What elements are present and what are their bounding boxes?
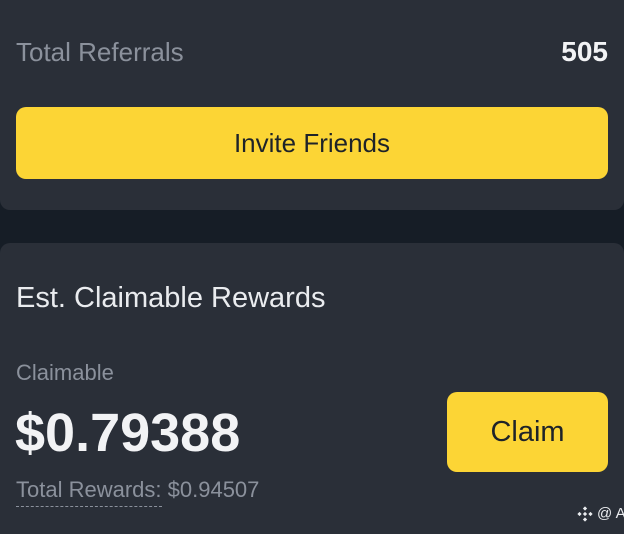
watermark: @ A xyxy=(577,505,624,522)
total-rewards-row: Total Rewards: $0.94507 xyxy=(16,477,260,507)
rewards-section-title: Est. Claimable Rewards xyxy=(16,282,326,314)
claimable-label: Claimable xyxy=(16,360,114,385)
watermark-text: @ A xyxy=(597,505,624,522)
total-rewards-label[interactable]: Total Rewards: xyxy=(16,477,162,507)
total-referrals-label: Total Referrals xyxy=(16,36,184,67)
total-rewards-value: $0.94507 xyxy=(167,477,260,502)
total-referrals-row: Total Referrals 505 xyxy=(16,32,608,72)
invite-friends-button[interactable]: Invite Friends xyxy=(16,107,608,179)
referral-rewards-page: Total Referrals 505 Invite Friends Est. … xyxy=(0,0,624,534)
claim-button[interactable]: Claim xyxy=(447,392,608,472)
binance-logo-icon xyxy=(577,505,593,522)
claimable-amount: $0.79388 xyxy=(15,403,241,463)
total-referrals-value: 505 xyxy=(561,36,608,67)
